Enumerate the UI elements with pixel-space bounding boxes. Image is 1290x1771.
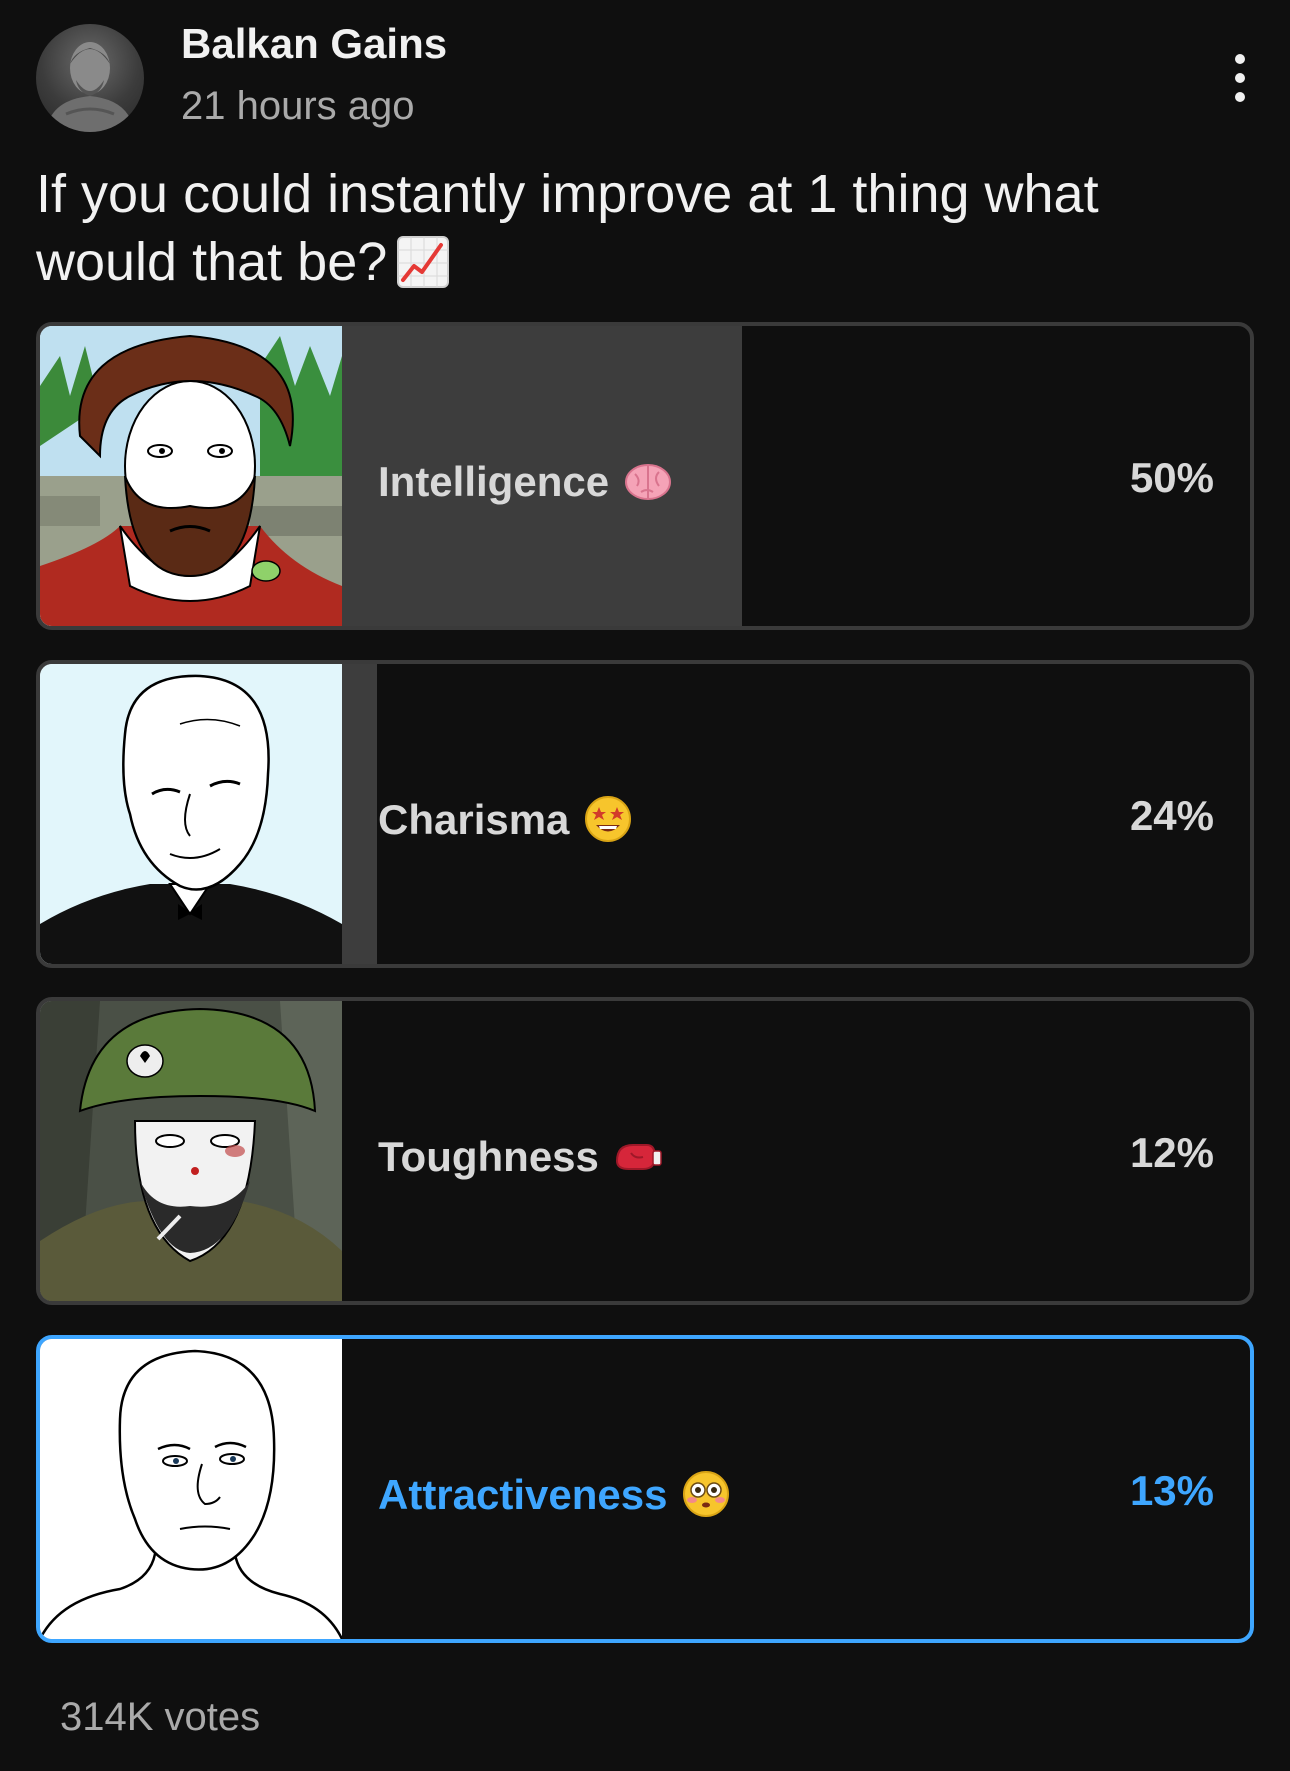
- chart-increasing-icon: [397, 236, 450, 288]
- poll-question: If you could instantly improve at 1 thin…: [36, 160, 1236, 296]
- option-image-plain-wojak: [40, 1339, 342, 1639]
- poll-option-toughness[interactable]: Toughness 12%: [36, 997, 1254, 1305]
- channel-name[interactable]: Balkan Gains: [181, 20, 447, 68]
- poll-option-intelligence[interactable]: Intelligence 50%: [36, 322, 1254, 630]
- option-label: Attractiveness: [378, 1469, 731, 1519]
- option-label: Intelligence: [378, 456, 673, 506]
- flushed-face-icon: [681, 1469, 731, 1519]
- channel-avatar[interactable]: [36, 24, 144, 132]
- option-percent: 24%: [1129, 792, 1214, 839]
- brain-icon: [623, 456, 673, 506]
- boxing-glove-icon: [613, 1131, 663, 1181]
- more-options-button[interactable]: [1220, 48, 1260, 108]
- option-percent: 50%: [1129, 454, 1214, 501]
- poll-question-text: If you could instantly improve at 1 thin…: [36, 164, 1099, 292]
- vote-count: 314K votes: [60, 1695, 261, 1739]
- option-image-bearded-wojak: [40, 326, 342, 626]
- option-percent: 12%: [1129, 1129, 1214, 1176]
- option-label: Charisma: [378, 794, 633, 844]
- poll-option-charisma[interactable]: Charisma 24%: [36, 660, 1254, 968]
- star-struck-icon: [583, 794, 633, 844]
- option-percent: 13%: [1129, 1467, 1214, 1514]
- vote-share-bar: [342, 664, 377, 964]
- option-image-soldier-wojak: [40, 1001, 342, 1301]
- poll-option-attractiveness[interactable]: Attractiveness 13%: [36, 1335, 1254, 1643]
- option-label: Toughness: [378, 1131, 663, 1181]
- option-image-tuxedo-wojak: [40, 664, 342, 964]
- post-timestamp: 21 hours ago: [181, 84, 415, 128]
